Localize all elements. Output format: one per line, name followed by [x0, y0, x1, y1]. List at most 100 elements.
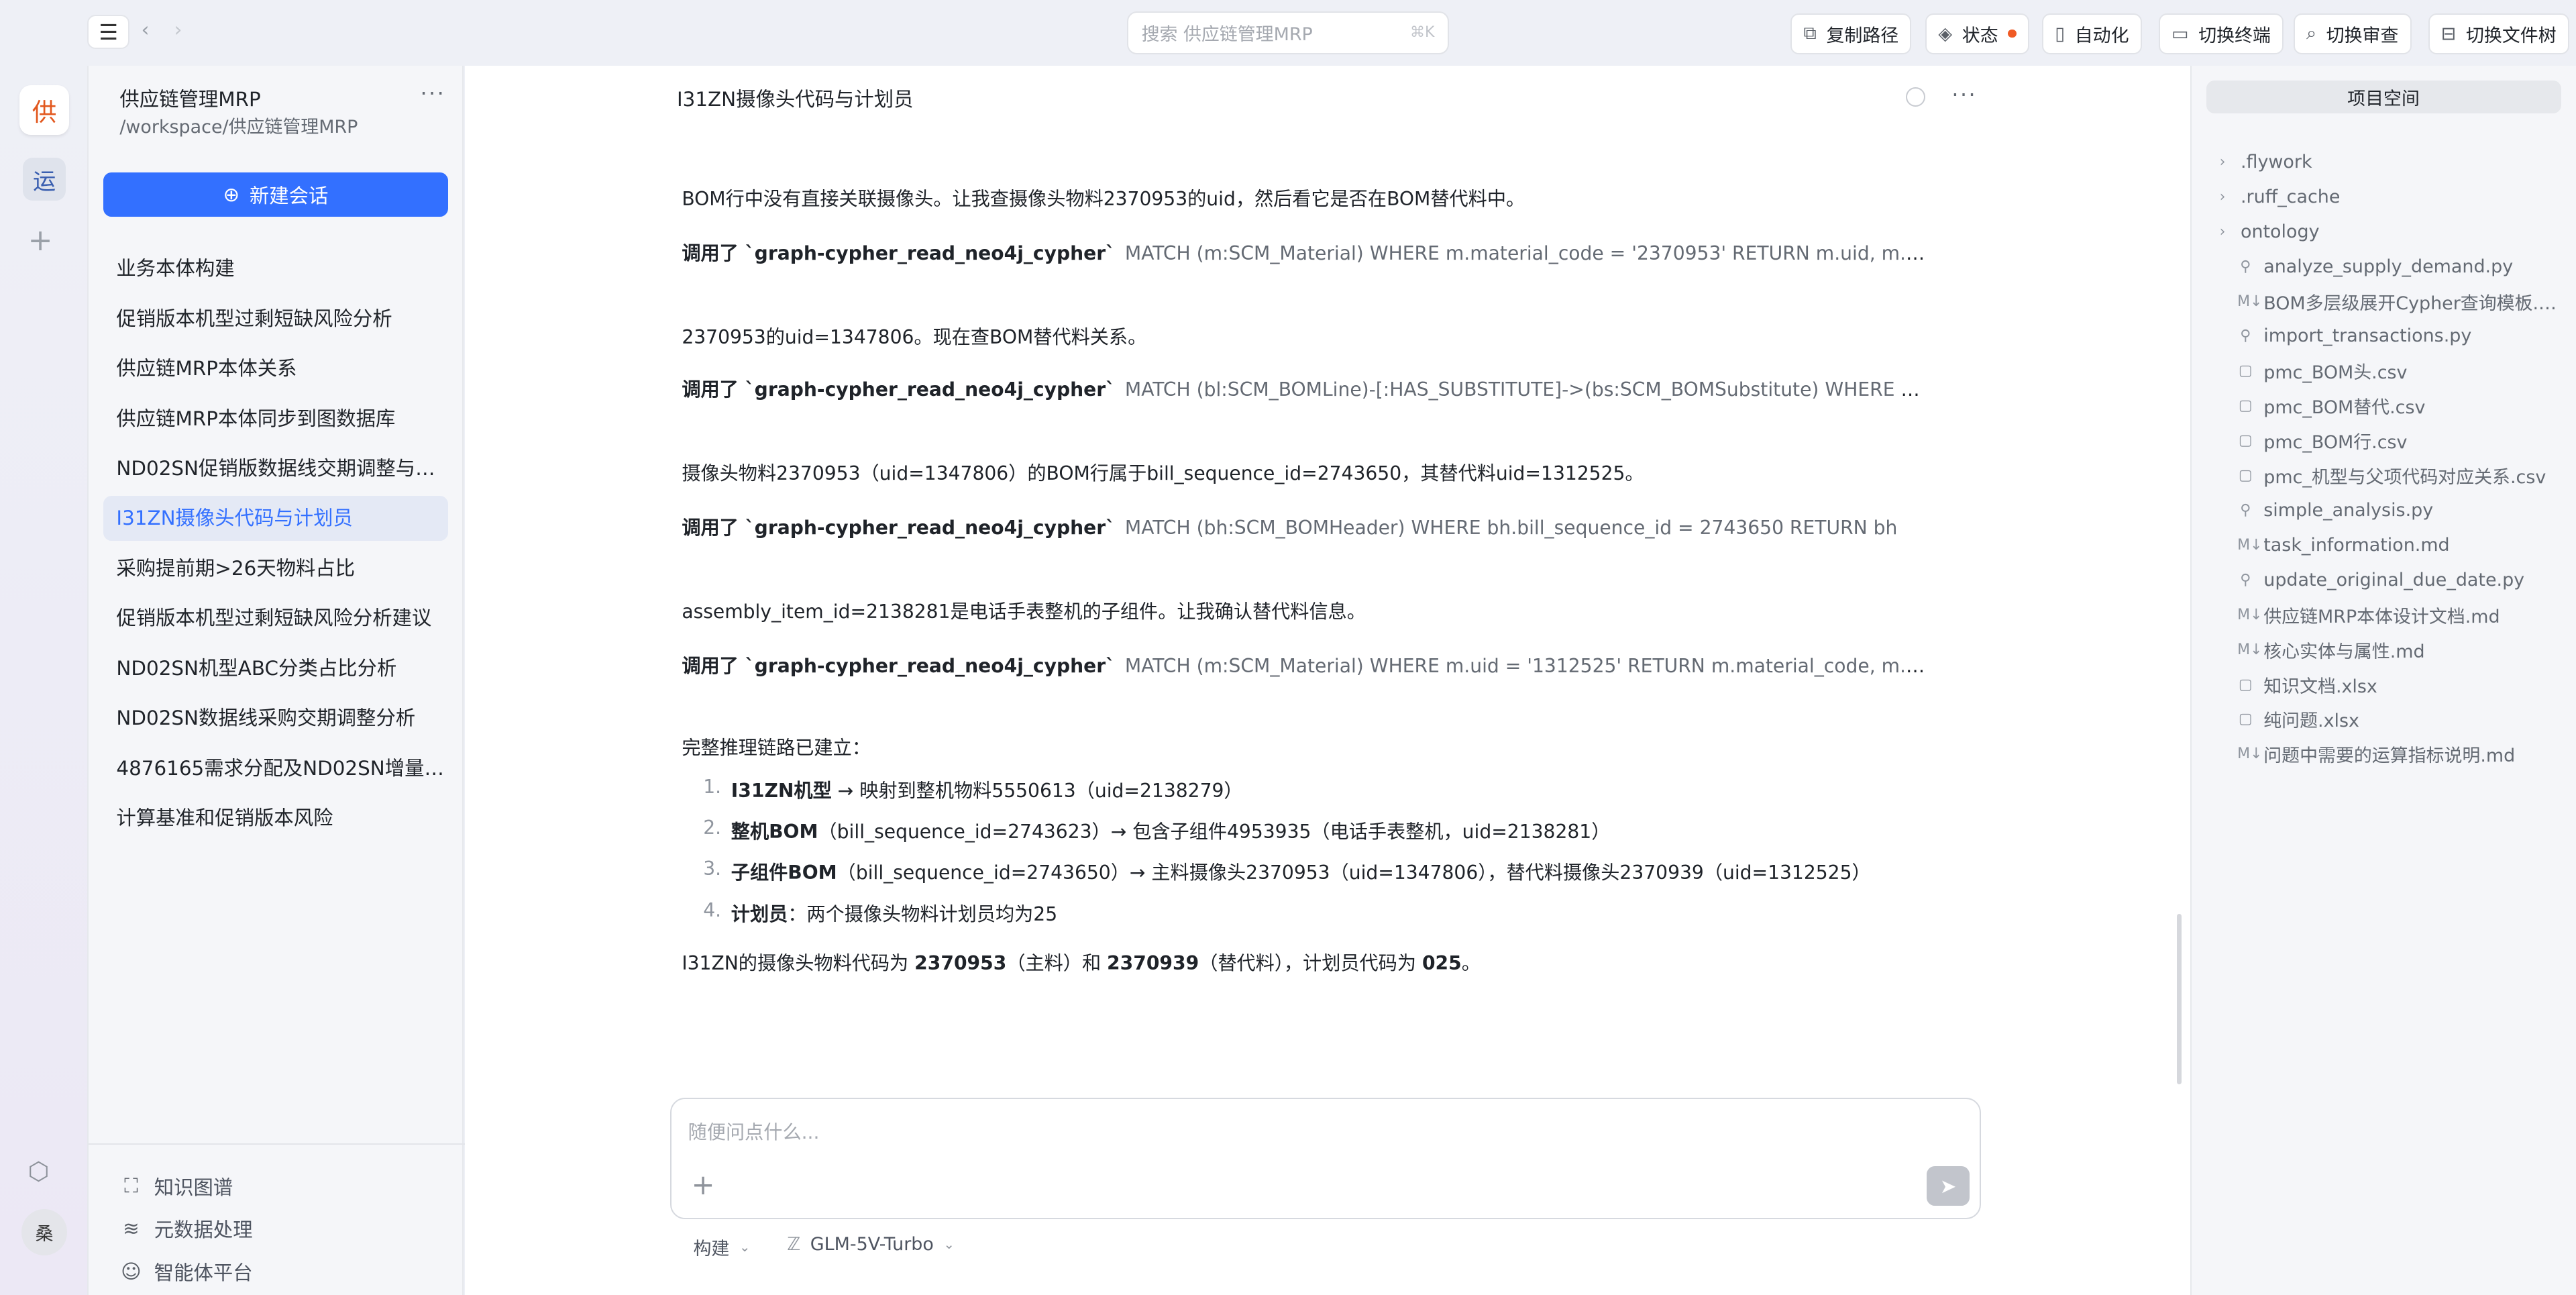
tool-call[interactable]: 调用了 `graph-cypher_read_neo4j_cypher` MATC… — [682, 651, 1930, 678]
list-item: 4. 计划员：两个摄像头物料计划员均为25 — [682, 899, 1870, 940]
folder-item[interactable]: › .flywork — [2214, 145, 2568, 180]
chevron-down-icon: ⌄ — [739, 1239, 751, 1255]
session-item[interactable]: 供应链MRP本体同步到图数据库 — [103, 397, 448, 441]
session-item[interactable]: 供应链MRP本体关系 — [103, 346, 448, 391]
list-item-text: （bill_sequence_id=2743623）→ 包含子组件4953935… — [818, 821, 1611, 843]
file-item[interactable]: ⚲ analyze_supply_demand.py — [2214, 249, 2568, 284]
sidebar-toggle-icon[interactable]: ☰ — [87, 15, 130, 50]
file-item[interactable]: M↓ 核心实体与属性.md — [2214, 632, 2568, 667]
list-item-text: ：两个摄像头物料计划员均为25 — [788, 902, 1058, 925]
model-logo-icon: ℤ — [787, 1234, 801, 1255]
project-space-tab[interactable]: 项目空间 — [2206, 80, 2561, 113]
file-name: pmc_BOM行.csv — [2263, 432, 2408, 454]
settings-hexagon-icon[interactable]: ⬡ — [28, 1157, 50, 1186]
file-name: update_original_due_date.py — [2263, 569, 2525, 590]
file-item[interactable]: M↓ 问题中需要的运算指标说明.md — [2214, 737, 2568, 772]
tool-call-label: 调用了 `graph-cypher_read_neo4j_cypher` — [682, 242, 1116, 265]
markdown-icon: M↓ — [2237, 536, 2263, 554]
file-item[interactable]: M↓ task_information.md — [2214, 527, 2568, 562]
agent-platform-link[interactable]: ☺ 智能体平台 — [89, 1250, 465, 1293]
conclusion-text: （主料）和 — [1006, 952, 1108, 975]
avatar[interactable]: 桑 — [21, 1209, 68, 1256]
file-item[interactable]: ⚲ update_original_due_date.py — [2214, 562, 2568, 597]
tool-call-label: 调用了 `graph-cypher_read_neo4j_cypher` — [682, 517, 1116, 539]
status-label: 状态 — [1962, 25, 1998, 46]
status-button[interactable]: ◈ 状态 — [1925, 13, 2029, 54]
tool-call[interactable]: 调用了 `graph-cypher_read_neo4j_cypher` MATC… — [682, 238, 1930, 266]
file-item[interactable]: ▢ 纯问题.xlsx — [2214, 702, 2568, 737]
switch-filetree-button[interactable]: ⊟ 切换文件树 — [2428, 13, 2569, 54]
chat-scrollbar[interactable] — [2176, 913, 2182, 1085]
file-item[interactable]: ⚲ import_transactions.py — [2214, 319, 2568, 354]
folder-item[interactable]: › ontology — [2214, 214, 2568, 249]
chevron-right-icon: › — [2219, 223, 2226, 240]
chevron-right-icon: › — [2219, 153, 2226, 170]
session-item[interactable]: ND02SN数据线采购交期调整分析 — [103, 696, 448, 740]
session-item[interactable]: 计算基准和促销版本风险 — [103, 796, 448, 840]
message-composer[interactable]: 随便问点什么... + ➤ — [670, 1097, 1982, 1220]
chevron-down-icon: ⌄ — [943, 1237, 955, 1253]
automation-button[interactable]: ▯ 自动化 — [2042, 13, 2142, 54]
model-label: GLM-5V-Turbo — [810, 1234, 934, 1255]
add-workspace-icon[interactable]: + — [28, 223, 53, 258]
conclusion-message: I31ZN的摄像头物料代码为 2370953（主料）和 2370939（替代料）… — [682, 948, 1481, 976]
top-bar: ☰ ‹ › 搜索 供应链管理MRP ⌘K ⧉ 复制路径 ◈ 状态 ▯ 自动化 ▭… — [0, 0, 2576, 66]
markdown-icon: M↓ — [2237, 641, 2263, 658]
session-item[interactable]: 采购提前期>26天物料占比 — [103, 546, 448, 590]
assistant-message: 2370953的uid=1347806。现在查BOM替代料关系。 — [682, 325, 1147, 348]
new-chat-button[interactable]: ⊕ 新建会话 — [103, 172, 449, 217]
attach-plus-icon[interactable]: + — [692, 1168, 715, 1201]
send-icon[interactable]: ➤ — [1927, 1166, 1970, 1206]
tool-call[interactable]: 调用了 `graph-cypher_read_neo4j_cypher` MATC… — [682, 374, 1930, 402]
knowledge-graph-link[interactable]: ⛶ 知识图谱 — [89, 1165, 465, 1208]
robot-icon: ☺ — [121, 1260, 142, 1284]
status-dot — [2008, 30, 2017, 38]
agent-platform-label: 智能体平台 — [154, 1261, 253, 1285]
metadata-link[interactable]: ≋ 元数据处理 — [89, 1208, 465, 1251]
python-icon: ⚲ — [2240, 571, 2251, 588]
session-item[interactable]: ND02SN机型ABC分类占比分析 — [103, 646, 448, 690]
workspace-ops[interactable]: 运 — [23, 158, 66, 201]
file-item[interactable]: ▢ pmc_机型与父项代码对应关系.csv — [2214, 458, 2568, 493]
file-item[interactable]: M↓ BOM多层级展开Cypher查询模板.md — [2214, 284, 2567, 319]
list-item-bold: I31ZN机型 — [731, 779, 832, 802]
folder-name: .flywork — [2240, 151, 2312, 172]
mode-select[interactable]: 构建 ⌄ — [693, 1234, 750, 1260]
switch-terminal-button[interactable]: ▭ 切换终端 — [2158, 13, 2284, 54]
session-item-active[interactable]: I31ZN摄像头代码与计划员 — [103, 496, 449, 541]
project-path: /workspace/供应链管理MRP — [119, 116, 358, 138]
session-item[interactable]: 4876165需求分配及ND02SN增量… — [103, 746, 448, 790]
session-item[interactable]: 促销版本机型过剩短缺风险分析 — [103, 297, 448, 341]
more-options-icon[interactable]: ··· — [420, 81, 445, 106]
composer-input[interactable]: 随便问点什么... — [688, 1117, 820, 1145]
back-arrow-icon[interactable]: ‹ — [142, 18, 150, 41]
file-item[interactable]: M↓ 供应链MRP本体设计文档.md — [2214, 597, 2568, 632]
copy-path-button[interactable]: ⧉ 复制路径 — [1790, 13, 1912, 54]
python-icon: ⚲ — [2240, 327, 2251, 345]
search-input[interactable]: 搜索 供应链管理MRP ⌘K — [1127, 11, 1449, 54]
file-item[interactable]: ▢ pmc_BOM行.csv — [2214, 423, 2568, 458]
conclusion-text: I31ZN的摄像头物料代码为 — [682, 952, 915, 975]
forward-arrow-icon[interactable]: › — [174, 18, 182, 41]
file-name: simple_analysis.py — [2263, 500, 2434, 521]
layers-icon: ◈ — [1938, 23, 1953, 44]
file-icon: ▢ — [2238, 711, 2253, 728]
session-item[interactable]: ND02SN促销版数据线交期调整与… — [103, 446, 448, 490]
file-item[interactable]: ⚲ simple_analysis.py — [2214, 493, 2568, 528]
file-name: 知识文档.xlsx — [2263, 676, 2377, 697]
switch-review-button[interactable]: ⌕ 切换审查 — [2293, 13, 2412, 54]
file-item[interactable]: ▢ pmc_BOM替代.csv — [2214, 389, 2568, 423]
switch-terminal-label: 切换终端 — [2198, 25, 2271, 46]
session-item[interactable]: 业务本体构建 — [103, 246, 448, 291]
file-name: import_transactions.py — [2263, 325, 2472, 347]
model-select[interactable]: ℤ GLM-5V-Turbo ⌄ — [787, 1234, 955, 1255]
tool-call[interactable]: 调用了 `graph-cypher_read_neo4j_cypher` MATC… — [682, 513, 1930, 540]
workspace-supply-chain[interactable]: 供 — [19, 85, 69, 135]
folder-item[interactable]: › .ruff_cache — [2214, 179, 2568, 214]
file-item[interactable]: ▢ pmc_BOM头.csv — [2214, 354, 2568, 389]
file-item[interactable]: ▢ 知识文档.xlsx — [2214, 667, 2568, 702]
status-circle-icon[interactable] — [1905, 87, 1926, 107]
file-name: 核心实体与属性.md — [2263, 641, 2425, 662]
session-item[interactable]: 促销版本机型过剩短缺风险分析建议 — [103, 596, 448, 640]
chat-more-icon[interactable]: ··· — [1951, 82, 1977, 107]
